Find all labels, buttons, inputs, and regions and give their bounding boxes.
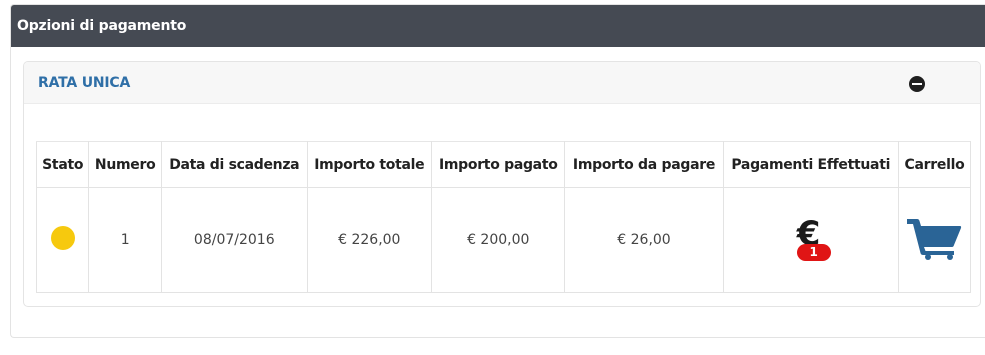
table-header-row: Stato Numero Data di scadenza Importo to… bbox=[35, 141, 972, 188]
col-header-data-scadenza: Data di scadenza bbox=[161, 141, 308, 188]
status-dot-icon bbox=[50, 226, 75, 250]
minus-circle-icon[interactable] bbox=[909, 76, 925, 92]
cell-pagamenti-effettuati: € 1 bbox=[722, 187, 899, 293]
cell-data-scadenza: 08/07/2016 bbox=[161, 187, 308, 293]
installment-table: Stato Numero Data di scadenza Importo to… bbox=[35, 141, 972, 293]
rata-unica-header[interactable]: RATA UNICA bbox=[24, 62, 980, 104]
cell-numero: 1 bbox=[88, 187, 162, 293]
payments-count-badge: 1 bbox=[796, 244, 831, 261]
payments-button[interactable]: € 1 bbox=[791, 214, 831, 261]
col-header-carrello: Carrello bbox=[897, 141, 972, 188]
payment-options-panel: Opzioni di pagamento RATA UNICA Stato Nu… bbox=[10, 4, 985, 338]
cell-importo-totale: € 226,00 bbox=[306, 187, 433, 293]
col-header-pagamenti-effettuati: Pagamenti Effettuati bbox=[722, 141, 899, 188]
rata-unica-title[interactable]: RATA UNICA bbox=[38, 62, 130, 104]
col-header-importo-pagato: Importo pagato bbox=[431, 141, 566, 188]
panel-title: Opzioni di pagamento bbox=[11, 5, 985, 47]
cell-importo-da-pagare: € 26,00 bbox=[564, 187, 724, 293]
col-header-numero: Numero bbox=[88, 141, 162, 188]
cell-stato bbox=[35, 187, 90, 293]
cell-carrello bbox=[897, 187, 972, 293]
col-header-importo-totale: Importo totale bbox=[306, 141, 433, 188]
col-header-importo-da-pagare: Importo da pagare bbox=[564, 141, 724, 188]
cell-importo-pagato: € 200,00 bbox=[431, 187, 566, 293]
table-row: 1 08/07/2016 € 226,00 € 200,00 € 26,00 €… bbox=[35, 187, 972, 293]
rata-unica-panel: RATA UNICA Stato Numero Data di scadenza… bbox=[23, 61, 981, 307]
cart-icon[interactable] bbox=[906, 216, 962, 260]
col-header-stato: Stato bbox=[35, 141, 90, 188]
